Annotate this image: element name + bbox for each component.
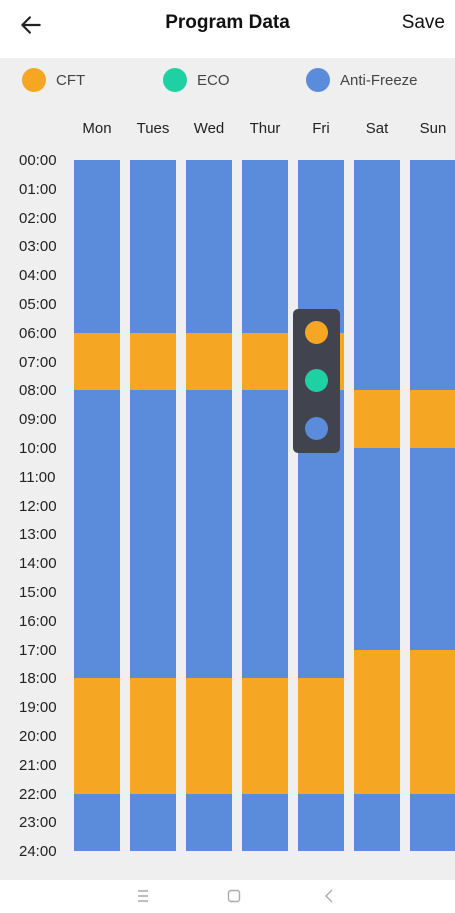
schedule-segment-anti-freeze[interactable]: [186, 160, 232, 333]
time-label: 02:00: [19, 209, 57, 227]
schedule-segment-anti-freeze[interactable]: [410, 160, 455, 391]
day-label-fri: Fri: [312, 120, 330, 137]
schedule-segment-anti-freeze[interactable]: [242, 160, 288, 333]
time-label: 21:00: [19, 756, 57, 774]
legend-item-eco: ECO: [163, 58, 230, 102]
schedule-segment-anti-freeze[interactable]: [74, 390, 120, 679]
schedule-segment-anti-freeze[interactable]: [130, 160, 176, 333]
legend-item-cft: CFT: [22, 58, 85, 102]
pick-anti-freeze-button[interactable]: [305, 417, 328, 440]
schedule-segment-anti-freeze[interactable]: [298, 160, 344, 333]
back-chevron-icon: [325, 889, 333, 903]
time-label: 18:00: [19, 670, 57, 688]
time-label: 04:00: [19, 267, 57, 285]
time-label: 14:00: [19, 555, 57, 573]
day-column-wed[interactable]: [186, 160, 232, 852]
time-label: 24:00: [19, 843, 57, 861]
pick-eco-button[interactable]: [305, 369, 328, 392]
schedule-segment-cft[interactable]: [74, 678, 120, 794]
time-label: 19:00: [19, 699, 57, 717]
schedule-segment-cft[interactable]: [130, 332, 176, 391]
time-label: 06:00: [19, 324, 57, 342]
mode-picker-popup: [293, 309, 340, 453]
time-label: 10:00: [19, 440, 57, 457]
day-label-sat: Sat: [365, 120, 389, 137]
legend-item-anti-freeze: Anti-Freeze: [306, 58, 418, 102]
day-label-sun: Sun: [419, 120, 447, 137]
day-column-sat[interactable]: [354, 160, 400, 852]
day-label-tues: Tues: [136, 120, 170, 137]
schedule-segment-anti-freeze[interactable]: [298, 793, 344, 852]
schedule-segment-anti-freeze[interactable]: [354, 448, 400, 650]
schedule-segment-cft[interactable]: [186, 678, 232, 794]
time-label: 17:00: [19, 641, 57, 659]
menu-button[interactable]: [128, 884, 158, 908]
time-label: 00:00: [19, 152, 57, 169]
time-label: 23:00: [19, 814, 57, 832]
schedule-segment-anti-freeze[interactable]: [410, 448, 455, 650]
time-label: 11:00: [19, 468, 56, 486]
legend-label-anti-freeze: Anti-Freeze: [340, 71, 418, 89]
page-title: Program Data: [165, 12, 290, 33]
pick-cft-button[interactable]: [305, 321, 328, 344]
schedule-segment-cft[interactable]: [410, 649, 455, 794]
schedule-segment-anti-freeze[interactable]: [354, 793, 400, 852]
system-nav-bar: [0, 880, 455, 912]
time-label: 16:00: [19, 612, 57, 630]
top-bar: Program Data Save: [0, 0, 455, 50]
day-column-thur[interactable]: [242, 160, 288, 852]
schedule-segment-anti-freeze[interactable]: [242, 390, 288, 679]
mode-legend: CFT ECO Anti-Freeze: [0, 58, 455, 102]
time-label: 05:00: [19, 296, 57, 313]
day-column-sun[interactable]: [410, 160, 455, 852]
day-label-wed: Wed: [193, 120, 225, 137]
cft-color-dot: [22, 68, 46, 92]
schedule-segment-anti-freeze[interactable]: [410, 793, 455, 852]
time-label: 03:00: [19, 238, 57, 256]
time-label: 09:00: [19, 411, 57, 429]
schedule-segment-anti-freeze[interactable]: [74, 160, 120, 333]
day-column-tues[interactable]: [130, 160, 176, 852]
schedule-segment-cft[interactable]: [242, 332, 288, 391]
day-column-mon[interactable]: [74, 160, 120, 852]
schedule-segment-cft[interactable]: [354, 390, 400, 448]
time-label: 07:00: [19, 353, 57, 371]
schedule-segment-cft[interactable]: [410, 390, 455, 448]
schedule-segment-anti-freeze[interactable]: [186, 390, 232, 679]
anti-freeze-color-dot: [306, 68, 330, 92]
schedule-segment-anti-freeze[interactable]: [354, 160, 400, 391]
schedule-segment-anti-freeze[interactable]: [186, 793, 232, 852]
schedule-segment-cft[interactable]: [298, 678, 344, 794]
home-square-icon: [227, 889, 241, 903]
time-label: 08:00: [19, 382, 57, 400]
eco-color-dot: [163, 68, 187, 92]
time-label: 15:00: [19, 584, 57, 601]
system-back-button[interactable]: [314, 884, 344, 908]
schedule-segment-anti-freeze[interactable]: [242, 793, 288, 852]
schedule-segment-anti-freeze[interactable]: [130, 793, 176, 852]
schedule-grid: Mon Tues Wed Thur Fri Sat Sun 00:00 01:00 02:00 0…: [0, 102, 455, 880]
day-column-fri[interactable]: [298, 160, 344, 852]
schedule-segment-cft[interactable]: [242, 678, 288, 794]
time-label: 20:00: [19, 728, 57, 745]
schedule-segment-anti-freeze[interactable]: [130, 390, 176, 679]
time-label: 13:00: [19, 526, 57, 544]
home-button[interactable]: [219, 884, 249, 908]
legend-label-cft: CFT: [56, 71, 86, 89]
day-label-mon: Mon: [82, 120, 112, 137]
legend-label-eco: ECO: [197, 71, 230, 89]
save-button[interactable]: Save: [402, 12, 445, 34]
time-label: 12:00: [19, 497, 57, 515]
menu-icon: [138, 890, 148, 902]
schedule-segment-cft[interactable]: [74, 332, 120, 391]
day-label-thur: Thur: [249, 120, 281, 137]
schedule-segment-cft[interactable]: [354, 649, 400, 794]
time-label: 22:00: [19, 785, 57, 803]
schedule-segment-cft[interactable]: [130, 678, 176, 794]
time-label: 01:00: [19, 180, 57, 198]
schedule-segment-anti-freeze[interactable]: [74, 793, 120, 852]
schedule-segment-cft[interactable]: [186, 332, 232, 391]
